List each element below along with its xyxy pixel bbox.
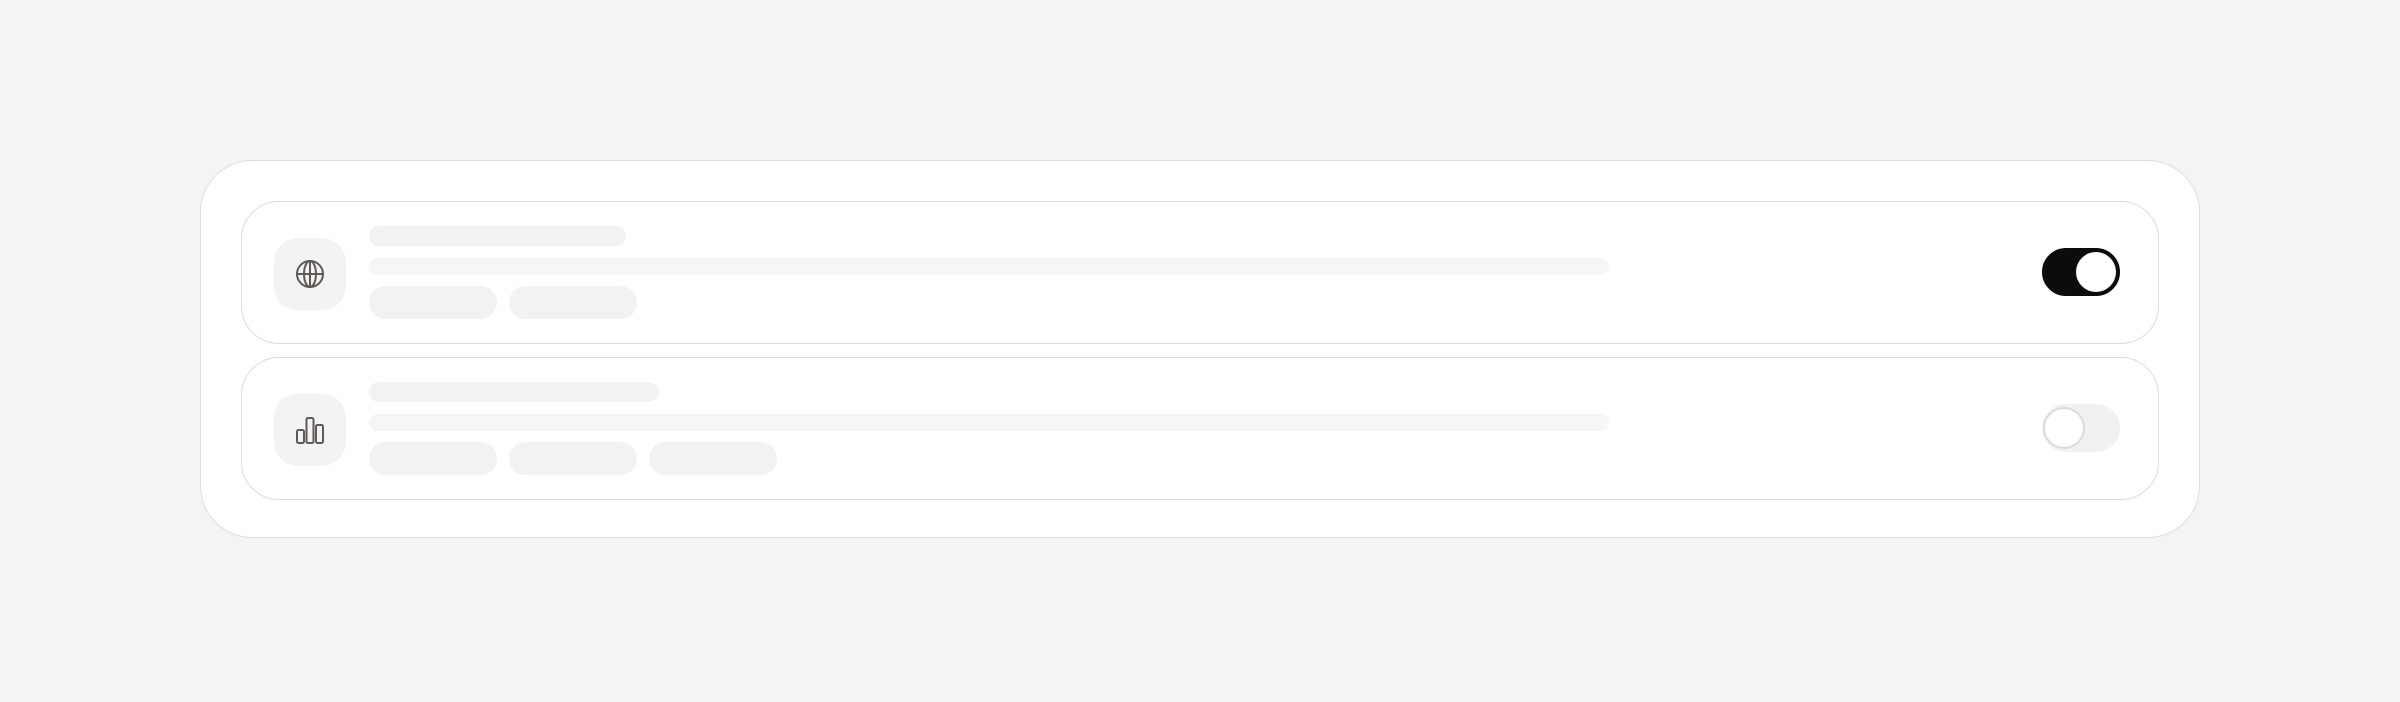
globe-icon bbox=[294, 258, 326, 290]
toggle-knob bbox=[2043, 407, 2085, 449]
toggle-knob bbox=[2076, 252, 2116, 292]
tag-placeholder bbox=[509, 286, 637, 319]
tag-placeholder bbox=[649, 442, 777, 475]
title-placeholder bbox=[369, 382, 659, 402]
setting-row-analytics bbox=[241, 357, 2159, 500]
description-placeholder bbox=[369, 258, 1609, 275]
title-placeholder bbox=[369, 226, 626, 246]
description-placeholder bbox=[369, 414, 1609, 431]
toggle-switch-on[interactable] bbox=[2042, 248, 2120, 296]
tag-placeholder bbox=[509, 442, 637, 475]
setting-row-network bbox=[241, 201, 2159, 344]
icon-tile bbox=[274, 238, 346, 310]
bar-chart-icon bbox=[294, 414, 326, 446]
tag-placeholder bbox=[369, 442, 497, 475]
tag-placeholder bbox=[369, 286, 497, 319]
toggle-switch-off[interactable] bbox=[2042, 404, 2120, 452]
settings-panel bbox=[200, 160, 2200, 538]
icon-tile bbox=[274, 394, 346, 466]
